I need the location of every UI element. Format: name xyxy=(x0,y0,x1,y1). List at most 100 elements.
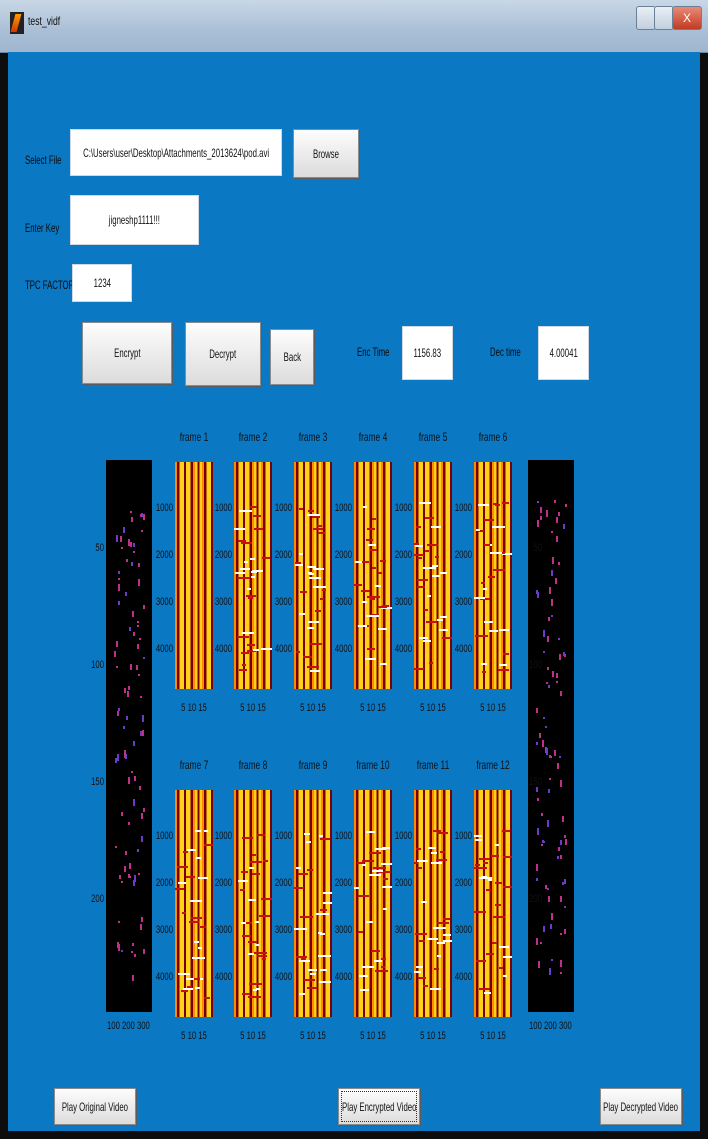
back-button[interactable]: Back xyxy=(270,329,314,385)
frame-x-tick-labels: 5 10 15 xyxy=(420,702,446,714)
frame-noise-mark xyxy=(495,904,501,906)
frame-y-tick-label: 4000 xyxy=(274,971,292,983)
play-encrypted-video-button[interactable]: Play Encrypted Video xyxy=(338,1088,420,1125)
frame-noise-mark xyxy=(359,975,368,977)
frame-noise-mark xyxy=(361,590,370,592)
image-speck xyxy=(556,673,558,678)
image-speck xyxy=(560,896,562,902)
frame-noise-mark xyxy=(242,993,250,995)
image-speck xyxy=(537,828,539,835)
frame-noise-mark xyxy=(380,663,387,665)
enc-time-field: 1156.83 xyxy=(402,326,453,380)
frame-noise-mark xyxy=(307,627,314,629)
image-speck xyxy=(124,752,126,758)
frame-noise-mark xyxy=(442,637,452,639)
maximize-button[interactable] xyxy=(654,6,674,30)
frame-plot xyxy=(474,462,512,689)
browse-button[interactable]: Browse xyxy=(293,129,359,178)
frame-noise-mark xyxy=(493,569,505,571)
frame-noise-mark xyxy=(491,855,499,857)
file-path-field[interactable]: C:\Users\user\Desktop\Attachments_201362… xyxy=(70,129,282,176)
frame-noise-mark xyxy=(421,901,427,903)
frame-noise-mark xyxy=(475,864,480,866)
figure-client-area: Select File C:\Users\user\Desktop\Attach… xyxy=(8,52,700,1131)
frame-y-tick-label: 1000 xyxy=(334,502,352,514)
image-speck xyxy=(552,557,554,560)
tpc-factor-field[interactable]: 1234 xyxy=(72,264,132,302)
frame-noise-mark xyxy=(383,908,387,910)
frame-noise-mark xyxy=(369,874,381,876)
image-speck xyxy=(134,954,136,957)
image-speck xyxy=(554,750,556,756)
image-speck xyxy=(140,514,142,517)
image-speck xyxy=(536,708,538,713)
play-original-video-button[interactable]: Play Original Video xyxy=(54,1088,136,1125)
close-button[interactable]: X xyxy=(672,6,702,30)
frame-title: frame 6 xyxy=(478,430,508,444)
frame-y-tick-label: 4000 xyxy=(454,971,472,983)
frame-noise-mark xyxy=(249,983,262,985)
frame-noise-mark xyxy=(254,528,263,530)
image-speck xyxy=(129,627,131,631)
window-title: test_vidf xyxy=(28,14,61,28)
frame-noise-mark xyxy=(484,519,494,521)
frame-noise-mark xyxy=(414,862,418,864)
image-speck xyxy=(560,840,562,845)
image-speck xyxy=(551,531,553,533)
frame-y-tick-label: 3000 xyxy=(334,596,352,608)
frame-noise-mark xyxy=(247,588,251,590)
frame-noise-mark xyxy=(320,909,327,911)
frame-title: frame 1 xyxy=(179,430,209,444)
image-y-tick-label: 200 xyxy=(91,893,104,905)
frame-y-tick-label: 2000 xyxy=(334,877,352,889)
image-speck xyxy=(551,615,553,617)
frame-noise-mark xyxy=(320,969,327,971)
image-speck xyxy=(551,599,553,606)
image-speck xyxy=(137,621,139,623)
frame-noise-mark xyxy=(250,558,255,560)
play-decrypted-video-button[interactable]: Play Decrypted Video xyxy=(600,1088,682,1125)
image-speck xyxy=(133,880,135,886)
image-speck xyxy=(128,777,130,784)
key-field[interactable]: jigneshp1111!!! xyxy=(70,195,199,245)
frame-y-tick-label: 4000 xyxy=(155,971,173,983)
frame-noise-mark xyxy=(366,921,373,923)
image-speck xyxy=(130,664,132,670)
frame-y-tick-label: 1000 xyxy=(155,502,173,514)
frame-noise-mark xyxy=(474,597,485,599)
frame-y-tick-label: 4000 xyxy=(274,643,292,655)
image-y-tick-label: 50 xyxy=(533,542,542,554)
image-speck xyxy=(143,514,145,520)
decrypt-button[interactable]: Decrypt xyxy=(185,322,261,386)
image-speck xyxy=(549,587,551,594)
frame-noise-mark xyxy=(312,516,320,518)
frame-title: frame 8 xyxy=(238,758,268,772)
frame-noise-mark xyxy=(204,830,208,832)
frame-noise-mark xyxy=(307,869,313,871)
minimize-button[interactable] xyxy=(636,6,656,30)
image-speck xyxy=(136,665,138,670)
frame-noise-mark xyxy=(490,552,502,554)
frame-noise-mark xyxy=(481,663,487,665)
frame-noise-mark xyxy=(373,867,386,869)
frame-y-tick-label: 3000 xyxy=(274,596,292,608)
image-speck xyxy=(121,881,123,883)
frame-noise-mark xyxy=(488,879,492,881)
image-speck xyxy=(537,798,539,801)
image-speck xyxy=(121,812,123,816)
frame-noise-mark xyxy=(313,586,326,588)
image-speck xyxy=(143,808,145,812)
frame-noise-mark xyxy=(428,847,436,849)
image-speck xyxy=(131,517,133,522)
frame-noise-mark xyxy=(255,921,259,923)
frame-noise-mark xyxy=(370,549,377,551)
frame-noise-mark xyxy=(372,870,383,872)
image-speck xyxy=(132,611,134,617)
image-speck xyxy=(560,780,562,787)
frame-plot xyxy=(175,790,213,1017)
frame-noise-mark xyxy=(492,942,497,944)
frame-noise-mark xyxy=(316,913,329,915)
frame-noise-mark xyxy=(358,895,369,897)
frame-noise-mark xyxy=(378,572,382,574)
encrypt-button[interactable]: Encrypt xyxy=(82,322,172,384)
